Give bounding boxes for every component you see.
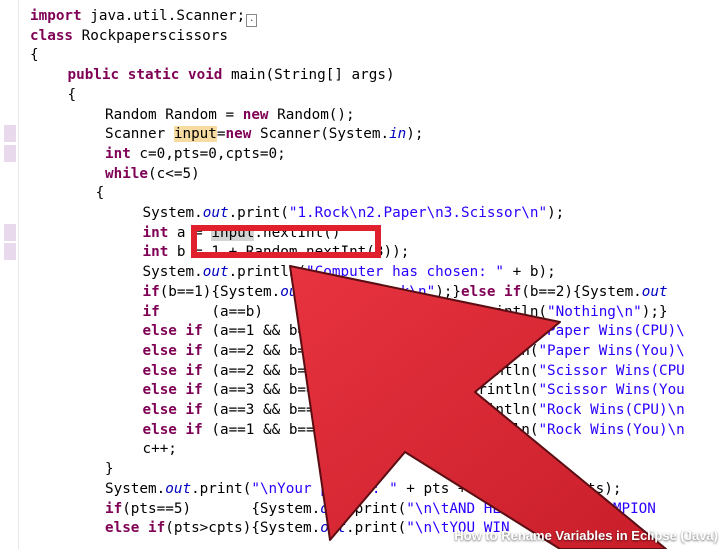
caption-text: How to Rename Variables in Eclipse (Java… (454, 528, 718, 543)
pointer-arrow-icon (289, 265, 667, 549)
caption-bar: How to Rename Variables in Eclipse (Java… (0, 524, 728, 549)
